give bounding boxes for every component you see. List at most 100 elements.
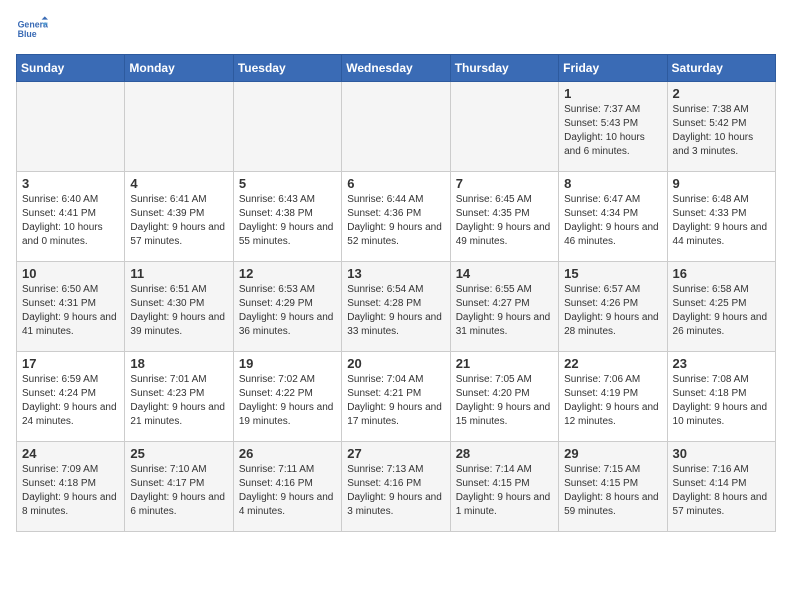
calendar-cell: 13 Sunrise: 6:54 AM Sunset: 4:28 PM Dayli… xyxy=(342,262,450,352)
calendar-cell: 1 Sunrise: 7:37 AM Sunset: 5:43 PM Daylig… xyxy=(559,82,667,172)
day-info: Sunrise: 6:50 AM Sunset: 4:31 PM Dayligh… xyxy=(22,283,119,339)
calendar-cell: 26 Sunrise: 7:11 AM Sunset: 4:16 PM Dayli… xyxy=(233,442,341,532)
day-info: Sunrise: 7:06 AM Sunset: 4:19 PM Dayligh… xyxy=(564,373,661,429)
day-number: 10 xyxy=(22,266,119,281)
calendar-week-row: 10 Sunrise: 6:50 AM Sunset: 4:31 PM Dayli… xyxy=(17,262,776,352)
day-info: Sunrise: 7:11 AM Sunset: 4:16 PM Dayligh… xyxy=(239,463,336,519)
day-number: 11 xyxy=(130,266,227,281)
day-info: Sunrise: 6:48 AM Sunset: 4:33 PM Dayligh… xyxy=(673,193,770,249)
calendar-cell: 11 Sunrise: 6:51 AM Sunset: 4:30 PM Dayli… xyxy=(125,262,233,352)
calendar-cell: 2 Sunrise: 7:38 AM Sunset: 5:42 PM Daylig… xyxy=(667,82,775,172)
calendar-cell: 10 Sunrise: 6:50 AM Sunset: 4:31 PM Dayli… xyxy=(17,262,125,352)
calendar-cell: 5Sunrise: 6:43 AM Sunset: 4:38 PM Daylig… xyxy=(233,172,341,262)
day-number: 1 xyxy=(564,86,661,101)
calendar-cell: 22Sunrise: 7:06 AM Sunset: 4:19 PM Dayli… xyxy=(559,352,667,442)
day-number: 13 xyxy=(347,266,444,281)
calendar-cell: 28Sunrise: 7:14 AM Sunset: 4:15 PM Dayli… xyxy=(450,442,558,532)
day-number: 25 xyxy=(130,446,227,461)
day-info: Sunrise: 7:14 AM Sunset: 4:15 PM Dayligh… xyxy=(456,463,553,519)
day-number: 15 xyxy=(564,266,661,281)
day-number: 26 xyxy=(239,446,336,461)
day-info: Sunrise: 6:59 AM Sunset: 4:24 PM Dayligh… xyxy=(22,373,119,429)
day-info: Sunrise: 6:51 AM Sunset: 4:30 PM Dayligh… xyxy=(130,283,227,339)
day-info: Sunrise: 7:13 AM Sunset: 4:16 PM Dayligh… xyxy=(347,463,444,519)
calendar-cell: 25 Sunrise: 7:10 AM Sunset: 4:17 PM Dayli… xyxy=(125,442,233,532)
day-info: Sunrise: 7:08 AM Sunset: 4:18 PM Dayligh… xyxy=(673,373,770,429)
day-info: Sunrise: 7:09 AM Sunset: 4:18 PM Dayligh… xyxy=(22,463,119,519)
day-info: Sunrise: 7:04 AM Sunset: 4:21 PM Dayligh… xyxy=(347,373,444,429)
day-info: Sunrise: 7:15 AM Sunset: 4:15 PM Dayligh… xyxy=(564,463,661,519)
day-info: Sunrise: 7:02 AM Sunset: 4:22 PM Dayligh… xyxy=(239,373,336,429)
day-info: Sunrise: 6:44 AM Sunset: 4:36 PM Dayligh… xyxy=(347,193,444,249)
day-number: 14 xyxy=(456,266,553,281)
day-info: Sunrise: 7:16 AM Sunset: 4:14 PM Dayligh… xyxy=(673,463,770,519)
day-number: 4 xyxy=(130,176,227,191)
calendar-cell: 18 Sunrise: 7:01 AM Sunset: 4:23 PM Dayli… xyxy=(125,352,233,442)
calendar-cell: 23 Sunrise: 7:08 AM Sunset: 4:18 PM Dayli… xyxy=(667,352,775,442)
header-wednesday: Wednesday xyxy=(342,55,450,82)
calendar-cell: 17 Sunrise: 6:59 AM Sunset: 4:24 PM Dayli… xyxy=(17,352,125,442)
header-saturday: Saturday xyxy=(667,55,775,82)
calendar-cell xyxy=(233,82,341,172)
day-number: 27 xyxy=(347,446,444,461)
day-info: Sunrise: 7:01 AM Sunset: 4:23 PM Dayligh… xyxy=(130,373,227,429)
calendar-cell: 8 Sunrise: 6:47 AM Sunset: 4:34 PM Daylig… xyxy=(559,172,667,262)
day-number: 8 xyxy=(564,176,661,191)
header-monday: Monday xyxy=(125,55,233,82)
day-info: Sunrise: 6:41 AM Sunset: 4:39 PM Dayligh… xyxy=(130,193,227,249)
header-thursday: Thursday xyxy=(450,55,558,82)
calendar-table: SundayMondayTuesdayWednesdayThursdayFrid… xyxy=(16,54,776,532)
calendar-cell: 7 Sunrise: 6:45 AM Sunset: 4:35 PM Daylig… xyxy=(450,172,558,262)
calendar-cell: 14Sunrise: 6:55 AM Sunset: 4:27 PM Dayli… xyxy=(450,262,558,352)
day-number: 24 xyxy=(22,446,119,461)
calendar-cell: 9 Sunrise: 6:48 AM Sunset: 4:33 PM Daylig… xyxy=(667,172,775,262)
calendar-cell xyxy=(342,82,450,172)
day-info: Sunrise: 7:37 AM Sunset: 5:43 PM Dayligh… xyxy=(564,103,661,159)
calendar-cell: 3Sunrise: 6:40 AM Sunset: 4:41 PM Daylig… xyxy=(17,172,125,262)
day-number: 21 xyxy=(456,356,553,371)
day-info: Sunrise: 6:53 AM Sunset: 4:29 PM Dayligh… xyxy=(239,283,336,339)
day-number: 6 xyxy=(347,176,444,191)
logo-icon: General Blue xyxy=(16,16,48,44)
calendar-cell: 19 Sunrise: 7:02 AM Sunset: 4:22 PM Dayli… xyxy=(233,352,341,442)
header-sunday: Sunday xyxy=(17,55,125,82)
day-number: 19 xyxy=(239,356,336,371)
calendar-cell xyxy=(17,82,125,172)
calendar-week-row: 24 Sunrise: 7:09 AM Sunset: 4:18 PM Dayli… xyxy=(17,442,776,532)
day-info: Sunrise: 7:38 AM Sunset: 5:42 PM Dayligh… xyxy=(673,103,770,159)
calendar-cell: 12Sunrise: 6:53 AM Sunset: 4:29 PM Dayli… xyxy=(233,262,341,352)
calendar-cell: 15Sunrise: 6:57 AM Sunset: 4:26 PM Dayli… xyxy=(559,262,667,352)
day-number: 29 xyxy=(564,446,661,461)
calendar-cell: 27 Sunrise: 7:13 AM Sunset: 4:16 PM Dayli… xyxy=(342,442,450,532)
calendar-week-row: 3Sunrise: 6:40 AM Sunset: 4:41 PM Daylig… xyxy=(17,172,776,262)
calendar-cell xyxy=(125,82,233,172)
day-info: Sunrise: 6:58 AM Sunset: 4:25 PM Dayligh… xyxy=(673,283,770,339)
day-number: 30 xyxy=(673,446,770,461)
day-number: 18 xyxy=(130,356,227,371)
calendar-cell: 4 Sunrise: 6:41 AM Sunset: 4:39 PM Daylig… xyxy=(125,172,233,262)
day-number: 23 xyxy=(673,356,770,371)
day-number: 7 xyxy=(456,176,553,191)
calendar-cell: 21Sunrise: 7:05 AM Sunset: 4:20 PM Dayli… xyxy=(450,352,558,442)
calendar-cell: 30 Sunrise: 7:16 AM Sunset: 4:14 PM Dayli… xyxy=(667,442,775,532)
day-info: Sunrise: 6:54 AM Sunset: 4:28 PM Dayligh… xyxy=(347,283,444,339)
day-number: 20 xyxy=(347,356,444,371)
day-number: 2 xyxy=(673,86,770,101)
day-info: Sunrise: 6:45 AM Sunset: 4:35 PM Dayligh… xyxy=(456,193,553,249)
day-info: Sunrise: 6:47 AM Sunset: 4:34 PM Dayligh… xyxy=(564,193,661,249)
day-number: 17 xyxy=(22,356,119,371)
day-info: Sunrise: 7:10 AM Sunset: 4:17 PM Dayligh… xyxy=(130,463,227,519)
header-friday: Friday xyxy=(559,55,667,82)
calendar-week-row: 17 Sunrise: 6:59 AM Sunset: 4:24 PM Dayli… xyxy=(17,352,776,442)
calendar-cell: 29 Sunrise: 7:15 AM Sunset: 4:15 PM Dayli… xyxy=(559,442,667,532)
logo: General Blue xyxy=(16,16,48,44)
calendar-cell: 24 Sunrise: 7:09 AM Sunset: 4:18 PM Dayli… xyxy=(17,442,125,532)
day-number: 9 xyxy=(673,176,770,191)
day-number: 5 xyxy=(239,176,336,191)
svg-text:Blue: Blue xyxy=(18,29,37,39)
header-tuesday: Tuesday xyxy=(233,55,341,82)
calendar-header-row: SundayMondayTuesdayWednesdayThursdayFrid… xyxy=(17,55,776,82)
day-number: 3 xyxy=(22,176,119,191)
calendar-cell: 16Sunrise: 6:58 AM Sunset: 4:25 PM Dayli… xyxy=(667,262,775,352)
calendar-cell: 20 Sunrise: 7:04 AM Sunset: 4:21 PM Dayli… xyxy=(342,352,450,442)
